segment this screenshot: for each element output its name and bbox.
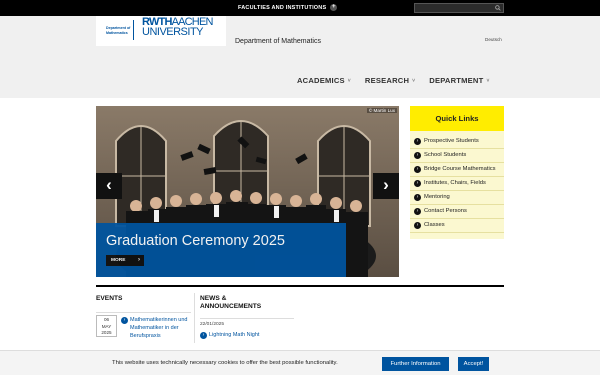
arrow-circle-icon: › bbox=[414, 152, 421, 159]
cookie-banner: This website uses technically necessary … bbox=[0, 350, 600, 375]
logo-divider bbox=[133, 20, 134, 40]
nav-label[interactable]: DEPARTMENT bbox=[429, 76, 483, 85]
column-divider bbox=[194, 293, 195, 343]
section-divider bbox=[96, 285, 504, 287]
quick-link-label[interactable]: Classes bbox=[424, 222, 445, 228]
arrow-circle-icon: › bbox=[414, 138, 421, 145]
nav-department[interactable]: DEPARTMENT ˅ bbox=[429, 76, 489, 85]
faculties-label[interactable]: FACULTIES AND INSTITUTIONS bbox=[238, 5, 326, 11]
quick-link-label[interactable]: Bridge Course Mathematics bbox=[424, 166, 496, 172]
event-link[interactable]: Mathematikerinnen und Mathematiker in de… bbox=[130, 316, 192, 340]
arrow-circle-icon: › bbox=[414, 222, 421, 229]
rwth-logo[interactable]: Department of Mathematics RWTHAACHEN UNI… bbox=[96, 16, 226, 46]
nav-academics[interactable]: ACADEMICS ˅ bbox=[297, 76, 351, 85]
hero-title[interactable]: Graduation Ceremony 2025 bbox=[106, 233, 285, 249]
event-year: 2025 bbox=[101, 330, 112, 335]
nav-research[interactable]: RESEARCH ˅ bbox=[365, 76, 415, 85]
quick-link-classes[interactable]: › Classes bbox=[410, 219, 504, 233]
chevron-down-icon: ˅ bbox=[486, 77, 490, 84]
quick-link-school-students[interactable]: › School Students bbox=[410, 149, 504, 163]
quick-link-label[interactable]: Prospective Students bbox=[424, 138, 479, 144]
event-date-badge: 06 MAY 2025 bbox=[96, 315, 117, 337]
quick-link-institutes[interactable]: › Institutes, Chairs, Fields bbox=[410, 177, 504, 191]
site-header: Department of Mathematics RWTHAACHEN UNI… bbox=[0, 16, 600, 98]
arrow-circle-icon: › bbox=[414, 166, 421, 173]
quick-links-list: › Prospective Students › School Students… bbox=[410, 131, 504, 239]
quick-links-panel: Quick Links › Prospective Students › Sch… bbox=[410, 106, 504, 276]
event-item[interactable]: 06 MAY 2025 › Mathematikerinnen und Math… bbox=[96, 312, 191, 340]
carousel-prev-button[interactable]: ‹ bbox=[96, 173, 122, 199]
photo-credit: © Martin Lux bbox=[366, 108, 397, 113]
search-icon[interactable] bbox=[495, 5, 501, 11]
nav-label[interactable]: ACADEMICS bbox=[297, 76, 345, 85]
chevron-down-icon: ˅ bbox=[347, 77, 351, 84]
chevron-down-icon: ˅ bbox=[412, 77, 416, 84]
language-switch-link[interactable]: Deutsch bbox=[485, 37, 502, 42]
department-title[interactable]: Department of Mathematics bbox=[235, 38, 321, 45]
quick-link-mentoring[interactable]: › Mentoring bbox=[410, 191, 504, 205]
quick-links-title: Quick Links bbox=[410, 106, 504, 131]
arrow-circle-icon: › bbox=[414, 180, 421, 187]
nav-label[interactable]: RESEARCH bbox=[365, 76, 409, 85]
arrow-circle-icon: › bbox=[414, 208, 421, 215]
logo-university-text: UNIVERSITY bbox=[142, 26, 204, 38]
news-date: 22/01/2025 bbox=[200, 322, 225, 327]
quick-link-contact-persons[interactable]: › Contact Persons bbox=[410, 205, 504, 219]
plus-icon[interactable]: + bbox=[330, 4, 338, 11]
hero-carousel[interactable]: © Martin Lux ‹ › Graduation Ceremony 202… bbox=[96, 106, 399, 277]
further-information-button[interactable]: Further Information bbox=[382, 357, 449, 371]
more-button[interactable]: MORE › bbox=[106, 255, 144, 266]
faculties-menu[interactable]: FACULTIES AND INSTITUTIONS + bbox=[238, 4, 338, 11]
quick-link-label[interactable]: Mentoring bbox=[424, 194, 450, 200]
news-heading: NEWS & ANNOUNCEMENTS bbox=[200, 295, 262, 310]
news-separator bbox=[200, 318, 294, 319]
arrow-circle-icon: › bbox=[121, 317, 128, 324]
carousel-next-button[interactable]: › bbox=[373, 173, 399, 199]
accept-cookies-button[interactable]: Accept! bbox=[458, 357, 489, 371]
quick-link-label[interactable]: Contact Persons bbox=[424, 208, 467, 214]
top-bar: FACULTIES AND INSTITUTIONS + bbox=[0, 0, 600, 16]
quick-link-prospective-students[interactable]: › Prospective Students bbox=[410, 135, 504, 149]
quick-link-bridge-course[interactable]: › Bridge Course Mathematics bbox=[410, 163, 504, 177]
events-heading: EVENTS bbox=[96, 295, 123, 302]
arrow-circle-icon: › bbox=[200, 332, 207, 339]
more-label[interactable]: MORE bbox=[111, 258, 125, 263]
news-link[interactable]: Lightning Math Night bbox=[209, 332, 259, 338]
quick-link-label[interactable]: School Students bbox=[424, 152, 466, 158]
arrow-circle-icon: › bbox=[414, 194, 421, 201]
quick-link-label[interactable]: Institutes, Chairs, Fields bbox=[424, 180, 486, 186]
search-input[interactable] bbox=[414, 3, 504, 13]
hero-caption: Graduation Ceremony 2025 MORE › bbox=[96, 223, 346, 277]
cookie-message: This website uses technically necessary … bbox=[112, 360, 338, 366]
logo-department-text: Department of Mathematics bbox=[106, 26, 131, 35]
chevron-right-icon: › bbox=[138, 257, 140, 263]
main-navigation: ACADEMICS ˅ RESEARCH ˅ DEPARTMENT ˅ bbox=[297, 76, 490, 85]
